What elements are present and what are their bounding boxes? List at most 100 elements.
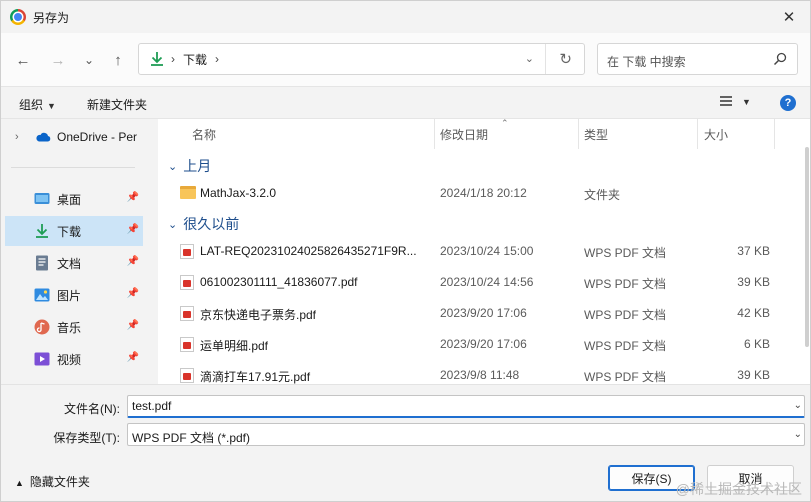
file-size: 6 KB [743,337,770,351]
file-name: 滴滴打车17.91元.pdf [200,370,311,384]
sidebar-item-desktop[interactable]: 桌面 📌 [5,184,143,214]
file-date: 2023/9/20 17:06 [440,306,527,320]
pin-icon[interactable]: 📌 [127,320,139,331]
file-date: 2023/9/20 17:06 [440,337,527,351]
pdf-file-icon [180,244,194,259]
expand-chevron-icon[interactable]: › [15,131,25,143]
filename-label: 文件名(N): [64,402,120,416]
filename-dropdown-icon[interactable]: ⌄ [794,400,802,411]
sidebar-item-music[interactable]: 音乐 📌 [5,312,143,342]
sidebar-item-pictures[interactable]: 图片 📌 [5,280,143,310]
search-icon [773,52,787,66]
filetype-select[interactable]: WPS PDF 文档 (*.pdf) [127,423,805,446]
file-size: 37 KB [737,244,770,258]
file-type: WPS PDF 文档 [584,277,667,291]
onedrive-cloud-icon [36,132,51,142]
column-divider[interactable] [434,119,435,149]
pin-icon[interactable]: 📌 [127,256,139,267]
search-placeholder: 在 下载 中搜索 [607,55,686,69]
filetype-label: 保存类型(T): [53,431,120,445]
group-label: 很久以前 [183,216,240,232]
file-type: WPS PDF 文档 [584,308,667,322]
new-folder-button[interactable]: 新建文件夹 [87,96,147,113]
chrome-logo-icon [10,9,26,25]
pdf-file-icon [180,275,194,290]
group-header-last-month[interactable]: ⌄ 上月 [168,156,211,176]
file-size: 39 KB [737,275,770,289]
pin-icon[interactable]: 📌 [127,352,139,363]
filetype-value: WPS PDF 文档 (*.pdf) [132,431,251,445]
file-date: 2023/10/24 14:56 [440,275,534,289]
collapse-chevron-icon: ⌄ [168,160,178,173]
column-divider[interactable] [578,119,579,149]
desktop-icon [34,191,50,207]
window-title: 另存为 [33,10,70,25]
collapse-chevron-icon: ⌄ [168,218,178,231]
column-header-name[interactable]: 名称 [192,126,216,143]
address-dropdown-button[interactable]: ⌄ [525,52,534,65]
sidebar-item-label: 音乐 [57,320,82,335]
file-name: LAT-REQ20231024025826435271F9R... [200,244,417,258]
help-button[interactable]: ? [780,95,796,111]
file-list: 名称 ⌃ 修改日期 类型 大小 ⌄ 上月 MathJax-3.2.0 2024/… [158,119,810,384]
hide-folders-toggle[interactable]: ▲ 隐藏文件夹 [15,473,90,490]
refresh-button[interactable]: ↻ [559,50,572,68]
organize-label: 组织 [19,98,44,112]
command-bar: 组织 ▼ 新建文件夹 ▼ ? [1,87,810,119]
recent-locations-button[interactable]: ⌄ [76,47,102,73]
sidebar-item-videos[interactable]: 视频 📌 [5,344,143,374]
file-size: 42 KB [737,306,770,320]
group-header-long-ago[interactable]: ⌄ 很久以前 [168,214,239,234]
pdf-file-icon [180,306,194,321]
breadcrumb-separator-end[interactable]: › [215,52,219,66]
pin-icon[interactable]: 📌 [127,224,139,235]
document-icon [34,255,50,271]
file-name: 京东快递电子票务.pdf [200,308,317,322]
sidebar-item-downloads[interactable]: 下载 📌 [5,216,143,246]
file-date: 2024/1/18 20:12 [440,186,527,200]
up-button[interactable]: ↑ [105,47,131,73]
sidebar-item-documents[interactable]: 文档 📌 [5,248,143,278]
filename-input[interactable] [127,395,805,418]
file-size: 39 KB [737,368,770,382]
hide-folders-label: 隐藏文件夹 [29,475,90,489]
sidebar-item-label: OneDrive - Per [57,130,138,144]
file-name: 061002301111_41836077.pdf [200,275,358,289]
file-name: MathJax-3.2.0 [200,186,277,200]
vertical-scrollbar[interactable] [805,147,809,347]
file-name: 运单明细.pdf [200,339,269,353]
pin-icon[interactable]: 📌 [127,288,139,299]
forward-button[interactable]: → [45,47,71,73]
file-row[interactable]: 滴滴打车17.91元.pdf 2023/9/8 11:48 WPS PDF 文档… [158,361,798,384]
file-date: 2023/9/8 11:48 [440,368,520,382]
pin-icon[interactable]: 📌 [127,192,139,203]
sidebar-item-label: 桌面 [57,192,82,207]
file-row[interactable]: LAT-REQ20231024025826435271F9R... 2023/1… [158,237,798,267]
view-options-icon[interactable] [719,95,733,107]
videos-icon [34,351,50,367]
file-row[interactable]: 运单明细.pdf 2023/9/20 17:06 WPS PDF 文档 6 KB [158,330,798,360]
download-icon [34,223,50,239]
column-header-size[interactable]: 大小 [704,126,728,143]
column-header-type[interactable]: 类型 [584,126,608,143]
sidebar-item-onedrive[interactable]: › OneDrive - Per [5,122,143,152]
file-row[interactable]: 061002301111_41836077.pdf 2023/10/24 14:… [158,268,798,298]
file-row[interactable]: 京东快递电子票务.pdf 2023/9/20 17:06 WPS PDF 文档 … [158,299,798,329]
search-input[interactable]: 在 下载 中搜索 [597,43,798,75]
view-caret-icon[interactable]: ▼ [742,97,751,107]
pdf-file-icon [180,337,194,352]
music-icon [34,319,50,335]
organize-menu[interactable]: 组织 ▼ [19,96,56,113]
file-type: WPS PDF 文档 [584,339,667,353]
column-divider[interactable] [774,119,775,149]
breadcrumb-downloads[interactable]: 下载 [183,51,207,68]
file-row[interactable]: MathJax-3.2.0 2024/1/18 20:12 文件夹 [158,179,798,209]
download-arrow-icon [151,52,163,66]
column-divider[interactable] [697,119,698,149]
address-bar[interactable]: › 下载 › ⌄ ↻ [138,43,585,75]
pictures-icon [34,287,50,303]
filetype-dropdown-icon[interactable]: ⌄ [794,429,802,440]
close-button[interactable]: ✕ [766,1,810,33]
column-header-date[interactable]: 修改日期 [440,126,488,143]
back-button[interactable]: ← [10,47,36,73]
